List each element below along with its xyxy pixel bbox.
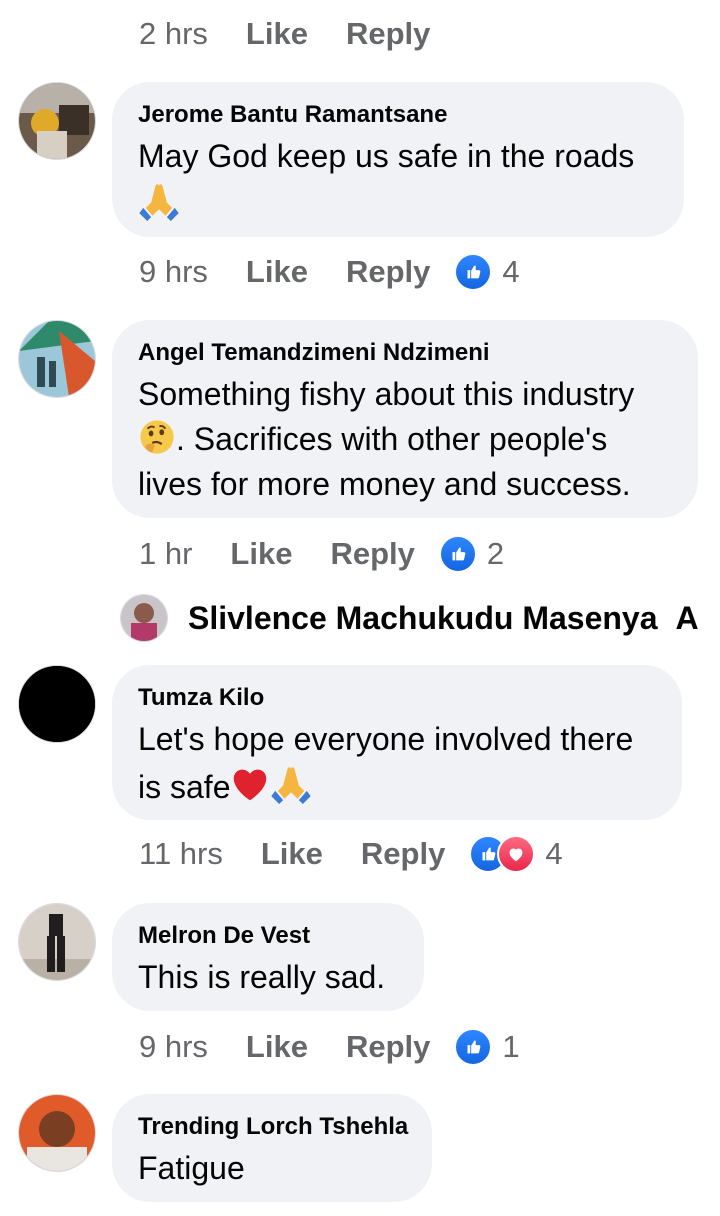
comment-meta-row: 11 hrs Like Reply 4: [139, 834, 563, 874]
like-button[interactable]: Like: [246, 16, 308, 52]
reaction-count: 4: [502, 254, 520, 289]
like-reaction-icon: [438, 535, 477, 573]
avatar[interactable]: [18, 1094, 96, 1172]
comment-bubble: Tumza Kilo Let's hope everyone involved …: [112, 665, 682, 820]
reply-button[interactable]: Reply: [330, 536, 414, 572]
comment-text-body: Let's hope everyone involved there is sa…: [138, 721, 634, 805]
comment-text: Let's hope everyone involved there is sa…: [138, 717, 656, 810]
comment-text-body: May God keep us safe in the roads: [138, 138, 635, 174]
reactions-summary[interactable]: 4: [469, 835, 563, 873]
reply-button[interactable]: Reply: [346, 1029, 430, 1065]
reactions-summary[interactable]: 4: [454, 253, 520, 291]
profile-photo: [19, 83, 95, 159]
comment-text-body: Something fishy about this industry: [138, 376, 635, 412]
like-button[interactable]: Like: [246, 1029, 308, 1065]
avatar[interactable]: [18, 82, 96, 160]
reactions-summary[interactable]: 1: [454, 1028, 520, 1066]
comment-bubble: Jerome Bantu Ramantsane May God keep us …: [112, 82, 684, 237]
like-button[interactable]: Like: [230, 536, 292, 572]
reply-button[interactable]: Reply: [346, 16, 430, 52]
reply-button[interactable]: Reply: [346, 254, 430, 290]
avatar[interactable]: [120, 594, 168, 642]
comment-timestamp: 1 hr: [139, 536, 193, 571]
comment-author[interactable]: Angel Temandzimeni Ndzimeni: [138, 338, 672, 368]
profile-photo: [19, 1095, 95, 1171]
folded-hands-emoji: [270, 762, 312, 804]
red-heart-emoji: [230, 764, 270, 804]
comment-author[interactable]: Trending Lorch Tshehla: [138, 1112, 408, 1142]
avatar[interactable]: [18, 665, 96, 743]
reaction-count: 4: [545, 836, 563, 871]
comment-bubble: Melron De Vest This is really sad.: [112, 903, 424, 1011]
comment-timestamp: 11 hrs: [139, 836, 223, 871]
avatar[interactable]: [18, 320, 96, 398]
folded-hands-emoji: [138, 179, 180, 221]
comment-timestamp: 2 hrs: [139, 16, 208, 51]
comment-bubble: Trending Lorch Tshehla Fatigue: [112, 1094, 432, 1202]
profile-photo: [19, 904, 95, 980]
avatar[interactable]: [18, 903, 96, 981]
collapsed-reply[interactable]: Slivlence Machukudu Masenya A: [120, 594, 699, 642]
like-reaction-icon: [454, 253, 493, 291]
reply-button[interactable]: Reply: [361, 836, 445, 872]
reply-author[interactable]: Slivlence Machukudu Masenya: [188, 600, 658, 637]
reaction-count: 2: [486, 536, 505, 571]
comment-meta-row: 9 hrs Like Reply 1: [139, 1027, 520, 1067]
reaction-count: 1: [502, 1029, 520, 1064]
love-reaction-icon: [497, 835, 536, 873]
comment-text: Something fishy about this industry . Sa…: [138, 372, 672, 507]
comment-meta-row: 2 hrs Like Reply: [139, 14, 430, 54]
reactions-summary[interactable]: 2: [438, 535, 505, 573]
thinking-face-emoji: [138, 418, 176, 456]
comment-timestamp: 9 hrs: [139, 254, 208, 289]
comment-author[interactable]: Tumza Kilo: [138, 683, 656, 713]
comment-text: Fatigue: [138, 1150, 245, 1186]
comment-bubble: Angel Temandzimeni Ndzimeni Something fi…: [112, 320, 698, 518]
comment-meta-row: 1 hr Like Reply 2: [139, 534, 504, 574]
comment-text: This is really sad.: [138, 959, 386, 995]
comment-author[interactable]: Jerome Bantu Ramantsane: [138, 100, 658, 130]
profile-photo: [121, 595, 167, 641]
comment-meta-row: 9 hrs Like Reply 4: [139, 252, 520, 292]
comment-author[interactable]: Melron De Vest: [138, 921, 398, 951]
profile-photo: [19, 666, 95, 742]
like-button[interactable]: Like: [261, 836, 323, 872]
comment-text-body: . Sacrifices with other people's lives f…: [138, 421, 631, 502]
like-reaction-icon: [454, 1028, 493, 1066]
comment-text: May God keep us safe in the roads: [138, 134, 658, 227]
comment-timestamp: 9 hrs: [139, 1029, 208, 1064]
profile-photo: [19, 321, 95, 397]
reply-author-truncated: A: [675, 599, 699, 636]
like-button[interactable]: Like: [246, 254, 308, 290]
